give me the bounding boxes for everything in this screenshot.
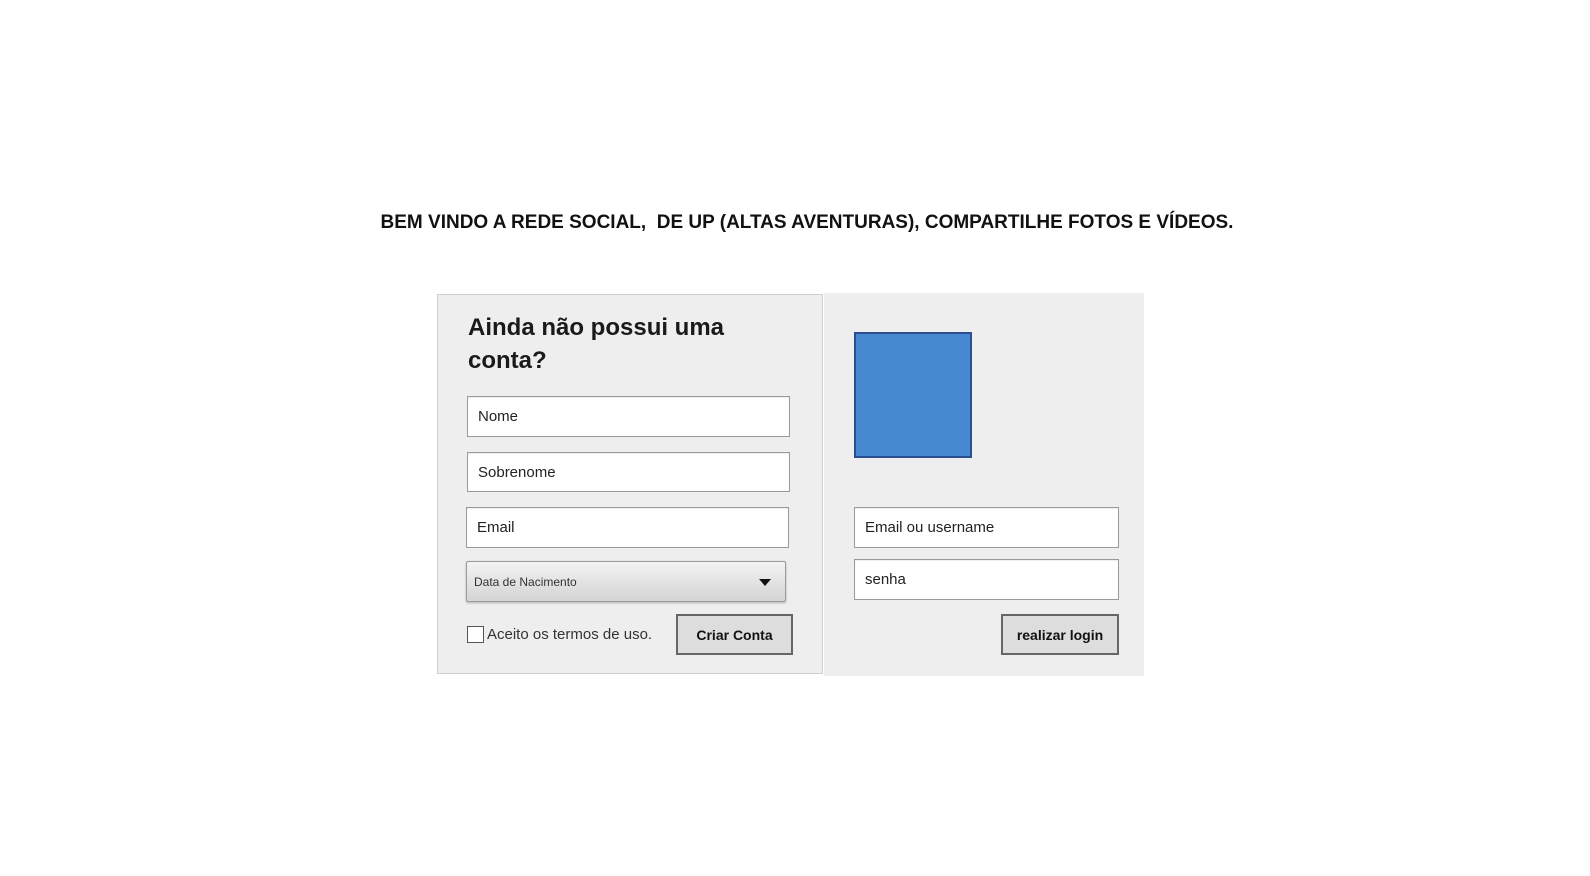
terms-label: Aceito os termos de uso. bbox=[487, 626, 653, 643]
page: BEM VINDO A REDE SOCIAL, DE UP (ALTAS AV… bbox=[0, 0, 1590, 876]
avatar-image bbox=[854, 332, 972, 458]
create-account-button[interactable]: Criar Conta bbox=[676, 614, 793, 655]
signup-title: Ainda não possui uma conta? bbox=[468, 314, 725, 374]
chevron-down-icon bbox=[759, 579, 771, 586]
birthdate-select-label: Data de Nacimento bbox=[474, 574, 577, 589]
name-input[interactable]: Nome bbox=[467, 396, 790, 437]
birthdate-select[interactable]: Data de Nacimento bbox=[466, 561, 786, 602]
password-input[interactable]: senha bbox=[854, 559, 1119, 600]
login-button[interactable]: realizar login bbox=[1001, 614, 1119, 655]
surname-input[interactable]: Sobrenome bbox=[467, 452, 790, 492]
email-input[interactable]: Email bbox=[466, 507, 789, 548]
username-input[interactable]: Email ou username bbox=[854, 507, 1119, 548]
terms-checkbox[interactable] bbox=[467, 626, 484, 643]
welcome-banner: BEM VINDO A REDE SOCIAL, DE UP (ALTAS AV… bbox=[380, 212, 1234, 233]
